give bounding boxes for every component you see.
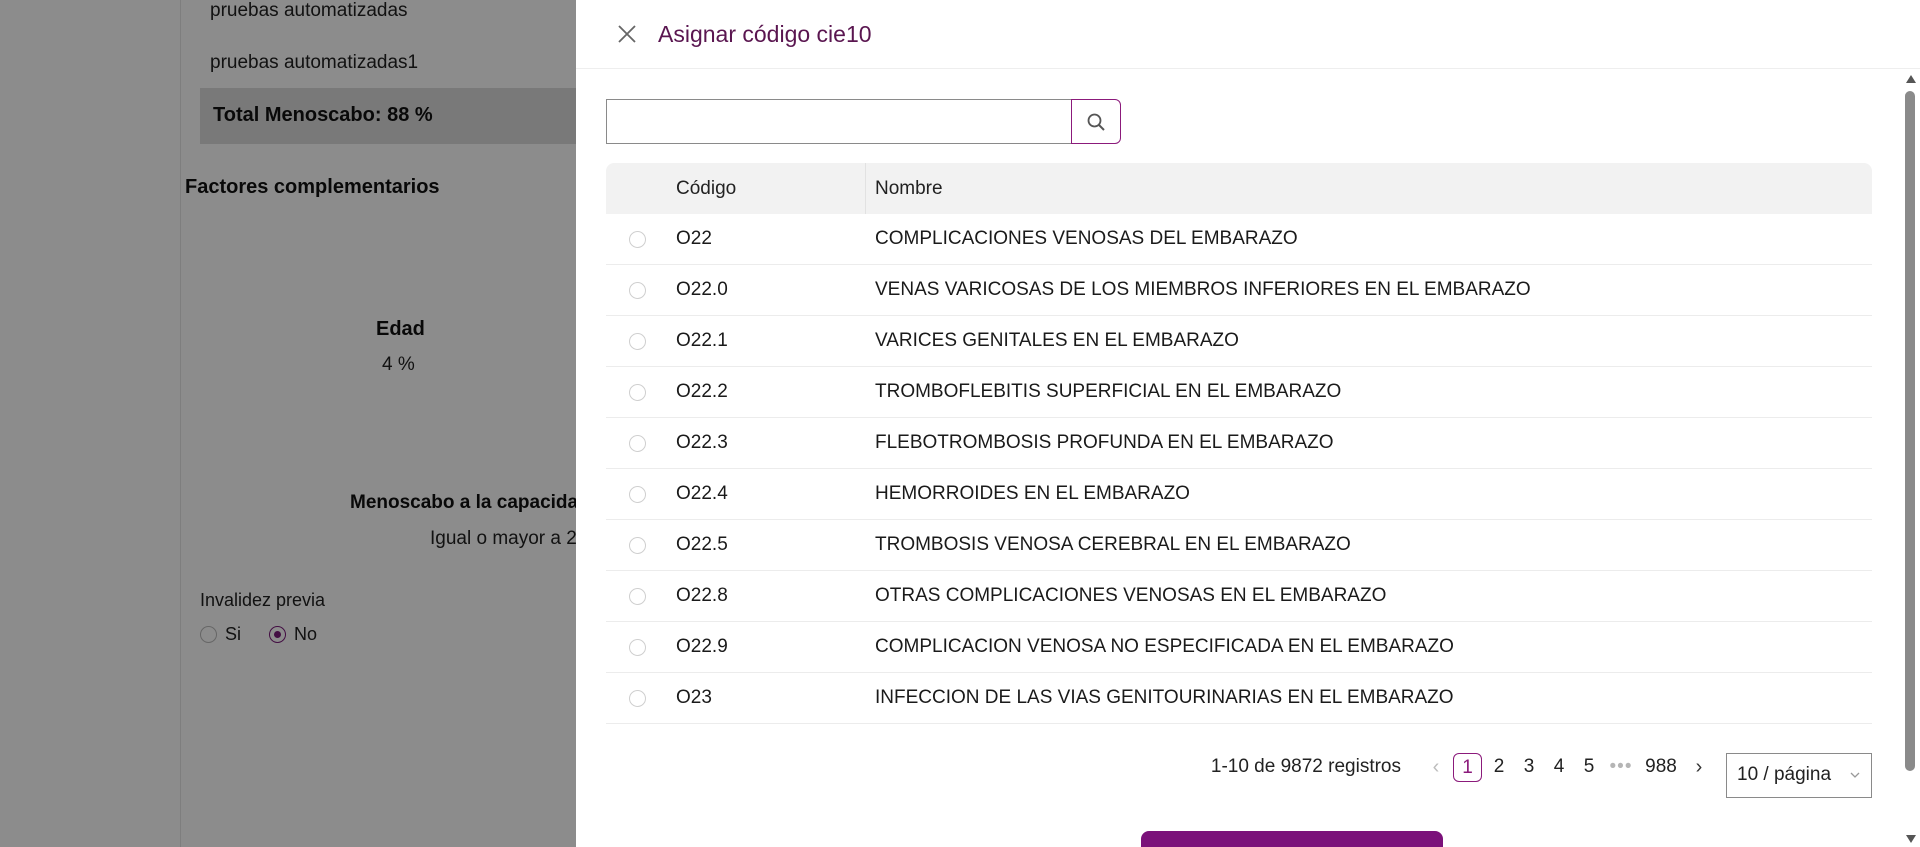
row-radio[interactable] xyxy=(628,281,646,299)
page-4-button[interactable]: 4 xyxy=(1544,756,1574,778)
row-select-cell xyxy=(606,638,676,656)
row-radio[interactable] xyxy=(628,434,646,452)
jump-next-button[interactable]: ••• xyxy=(1604,756,1638,778)
drawer-title: Asignar código cie10 xyxy=(658,20,872,47)
row-select-cell xyxy=(606,587,676,605)
row-codigo: O22.1 xyxy=(676,330,728,351)
row-radio[interactable] xyxy=(628,332,646,350)
next-page-button[interactable]: › xyxy=(1684,756,1714,779)
row-select-cell xyxy=(606,230,676,248)
scroll-up-arrow[interactable] xyxy=(1906,75,1916,83)
header-codigo: Código xyxy=(676,163,866,214)
close-button[interactable] xyxy=(612,19,642,49)
row-codigo: O22.2 xyxy=(676,381,728,402)
page-size-select[interactable]: 10 / página xyxy=(1726,752,1872,798)
row-nombre: OTRAS COMPLICACIONES VENOSAS EN EL EMBAR… xyxy=(875,585,1387,606)
table-row[interactable]: O22.8 OTRAS COMPLICACIONES VENOSAS EN EL … xyxy=(606,571,1872,622)
row-nombre: TROMBOSIS VENOSA CEREBRAL EN EL EMBARAZO xyxy=(875,534,1351,555)
cie10-table: Código Nombre O22 COMPLICACIONES VENOSAS … xyxy=(606,163,1872,724)
row-nombre: VENAS VARICOSAS DE LOS MIEMBROS INFERIOR… xyxy=(875,279,1531,300)
row-nombre: VARICES GENITALES EN EL EMBARAZO xyxy=(875,330,1239,351)
row-radio[interactable] xyxy=(628,485,646,503)
row-codigo: O22.8 xyxy=(676,585,728,606)
search-input[interactable] xyxy=(606,99,1071,144)
last-page-button[interactable]: 988 xyxy=(1638,756,1684,778)
row-select-cell xyxy=(606,536,676,554)
pagination-total: 1-10 de 9872 registros xyxy=(1210,756,1401,777)
row-select-cell xyxy=(606,434,676,452)
search-icon xyxy=(1087,113,1105,131)
search-row xyxy=(606,99,1872,144)
row-radio[interactable] xyxy=(628,587,646,605)
drawer-header: Asignar código cie10 xyxy=(576,0,1920,69)
table-body: O22 COMPLICACIONES VENOSAS DEL EMBARAZO O2… xyxy=(606,214,1872,724)
row-nombre: HEMORROIDES EN EL EMBARAZO xyxy=(875,483,1190,504)
page-1-button[interactable]: 1 xyxy=(1453,752,1482,782)
prev-page-button[interactable]: ‹ xyxy=(1421,756,1451,779)
confirm-button[interactable] xyxy=(1141,831,1443,847)
table-row[interactable]: O22.1 VARICES GENITALES EN EL EMBARAZO xyxy=(606,316,1872,367)
row-select-cell xyxy=(606,281,676,299)
table-row[interactable]: O22.2 TROMBOFLEBITIS SUPERFICIAL EN EL EM… xyxy=(606,367,1872,418)
row-codigo: O22.3 xyxy=(676,432,728,453)
close-icon xyxy=(618,25,636,43)
row-nombre: COMPLICACIONES VENOSAS DEL EMBARAZO xyxy=(875,228,1298,249)
row-select-cell xyxy=(606,383,676,401)
drawer-body: Código Nombre O22 COMPLICACIONES VENOSAS … xyxy=(606,99,1872,798)
row-nombre: FLEBOTROMBOSIS PROFUNDA EN EL EMBARAZO xyxy=(875,432,1334,453)
scrollbar-thumb[interactable] xyxy=(1905,91,1915,771)
table-row[interactable]: O22.4 HEMORROIDES EN EL EMBARAZO xyxy=(606,469,1872,520)
table-row[interactable]: O22.3 FLEBOTROMBOSIS PROFUNDA EN EL EMBAR… xyxy=(606,418,1872,469)
search-button[interactable] xyxy=(1071,99,1121,144)
row-nombre: TROMBOFLEBITIS SUPERFICIAL EN EL EMBARAZ… xyxy=(875,381,1342,402)
table-header: Código Nombre xyxy=(606,163,1872,214)
row-radio[interactable] xyxy=(628,536,646,554)
chevron-down-icon xyxy=(1850,772,1860,778)
row-radio[interactable] xyxy=(628,638,646,656)
page-size-value: 10 / página xyxy=(1737,764,1832,785)
assign-code-drawer: Asignar código cie10 Código Nombre O22 CO… xyxy=(576,0,1920,847)
row-codigo: O22.9 xyxy=(676,636,728,657)
drawer-scrollbar[interactable] xyxy=(1902,69,1920,847)
pagination: 1-10 de 9872 registros ‹ 1 2 3 4 5 ••• 9… xyxy=(606,745,1872,798)
table-row[interactable]: O23 INFECCION DE LAS VIAS GENITOURINARIAS… xyxy=(606,673,1872,724)
row-codigo: O22.4 xyxy=(676,483,728,504)
row-nombre: COMPLICACION VENOSA NO ESPECIFICADA EN E… xyxy=(875,636,1454,657)
row-radio[interactable] xyxy=(628,689,646,707)
row-codigo: O23 xyxy=(676,687,712,708)
page-5-button[interactable]: 5 xyxy=(1574,756,1604,778)
row-select-cell xyxy=(606,485,676,503)
row-codigo: O22.0 xyxy=(676,279,728,300)
table-row[interactable]: O22.9 COMPLICACION VENOSA NO ESPECIFICADA… xyxy=(606,622,1872,673)
header-nombre: Nombre xyxy=(875,177,943,199)
table-row[interactable]: O22 COMPLICACIONES VENOSAS DEL EMBARAZO xyxy=(606,214,1872,265)
row-codigo: O22 xyxy=(676,228,712,249)
row-radio[interactable] xyxy=(628,383,646,401)
row-radio[interactable] xyxy=(628,230,646,248)
row-select-cell xyxy=(606,689,676,707)
table-row[interactable]: O22.5 TROMBOSIS VENOSA CEREBRAL EN EL EMB… xyxy=(606,520,1872,571)
page-3-button[interactable]: 3 xyxy=(1514,756,1544,778)
row-select-cell xyxy=(606,332,676,350)
row-codigo: O22.5 xyxy=(676,534,728,555)
page-2-button[interactable]: 2 xyxy=(1484,756,1514,778)
row-nombre: INFECCION DE LAS VIAS GENITOURINARIAS EN… xyxy=(875,687,1454,708)
scroll-down-arrow[interactable] xyxy=(1906,835,1916,843)
table-row[interactable]: O22.0 VENAS VARICOSAS DE LOS MIEMBROS INF… xyxy=(606,265,1872,316)
